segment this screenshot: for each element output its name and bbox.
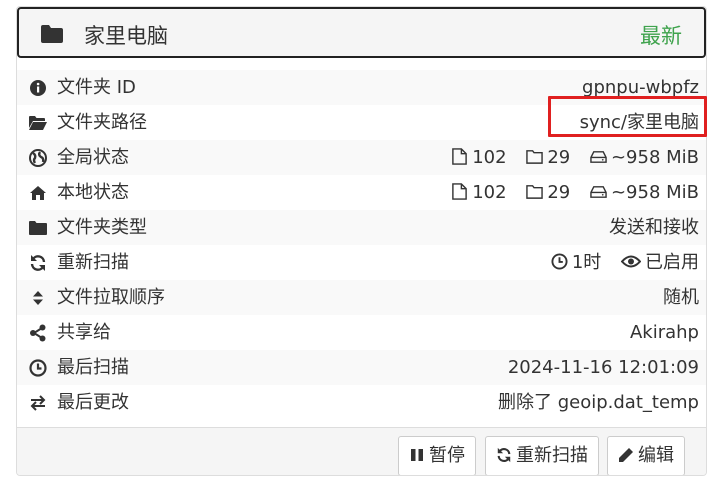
- row-local-state: 本地状态 102 29 ~958 MiB: [17, 175, 706, 210]
- folder-panel: 家里电脑 最新 文件夹 ID gpnpu-wbpfz 文件夹路径 sync/家里…: [16, 6, 707, 476]
- folder-id-value: gpnpu-wbpfz: [582, 77, 699, 98]
- file-icon: [452, 183, 468, 200]
- pause-icon: [411, 449, 423, 461]
- row-label: 共享给: [57, 322, 111, 343]
- row-label: 最后更改: [57, 392, 129, 413]
- row-last-scan: 最后扫描 2024-11-16 12:01:09: [17, 350, 706, 385]
- folder-panel-header[interactable]: 家里电脑 最新: [17, 7, 706, 58]
- folder-status-badge: 最新: [640, 24, 682, 48]
- folder-icon: [41, 25, 63, 43]
- folder-panel-footer: 暂停 重新扫描 编辑: [17, 427, 706, 475]
- rescan-interval: 1时: [551, 245, 601, 280]
- rescan-value: 1时 已启用: [551, 245, 699, 280]
- hdd-icon: [590, 151, 607, 163]
- row-global-state: 全局状态 102 29 ~958 MiB: [17, 140, 706, 175]
- row-label: 重新扫描: [57, 252, 129, 273]
- folder-path-value: sync/家里电脑: [579, 112, 699, 133]
- row-label: 文件夹路径: [57, 112, 147, 133]
- row-label: 本地状态: [57, 182, 129, 203]
- home-icon: [29, 184, 47, 202]
- row-folder-type: 文件夹类型 发送和接收: [17, 210, 706, 245]
- file-count: 102: [451, 175, 507, 210]
- rescan-button[interactable]: 重新扫描: [485, 436, 599, 475]
- folder-count: 29: [526, 140, 570, 175]
- globe-icon: [29, 149, 47, 167]
- row-pull-order: 文件拉取顺序 随机: [17, 280, 706, 315]
- clock-icon: [551, 253, 568, 270]
- size-value: ~958 MiB: [590, 175, 699, 210]
- row-folder-id: 文件夹 ID gpnpu-wbpfz: [17, 70, 706, 105]
- local-state-value: 102 29 ~958 MiB: [451, 175, 699, 210]
- folder-outline-icon: [526, 150, 544, 164]
- pause-button-label: 暂停: [429, 445, 465, 466]
- refresh-icon: [29, 254, 47, 272]
- folder-count: 29: [526, 175, 570, 210]
- row-label: 全局状态: [57, 147, 129, 168]
- pull-order-value: 随机: [663, 287, 699, 308]
- pause-button[interactable]: 暂停: [398, 436, 476, 475]
- share-icon: [29, 324, 47, 342]
- pencil-icon: [619, 448, 633, 462]
- eye-icon: [620, 255, 642, 268]
- sort-icon: [29, 289, 47, 307]
- hdd-icon: [590, 186, 607, 198]
- exchange-icon: [29, 394, 47, 412]
- folder-open-icon: [29, 114, 47, 132]
- size-value: ~958 MiB: [590, 140, 699, 175]
- row-shared-with: 共享给 Akirahp: [17, 315, 706, 350]
- global-state-value: 102 29 ~958 MiB: [451, 140, 699, 175]
- watcher-status: 已启用: [620, 245, 699, 280]
- row-label: 文件夹类型: [57, 217, 147, 238]
- edit-button[interactable]: 编辑: [607, 436, 685, 475]
- last-scan-value: 2024-11-16 12:01:09: [507, 357, 699, 378]
- folder-icon: [29, 219, 47, 237]
- row-label: 最后扫描: [57, 357, 129, 378]
- file-icon: [452, 148, 468, 165]
- last-change-value: 删除了 geoip.dat_temp: [498, 392, 699, 413]
- refresh-icon: [497, 447, 511, 463]
- edit-button-label: 编辑: [638, 445, 674, 466]
- shared-device-link[interactable]: Akirahp: [630, 315, 699, 350]
- folder-outline-icon: [526, 185, 544, 199]
- folder-title: 家里电脑: [84, 24, 168, 48]
- row-last-change: 最后更改 删除了 geoip.dat_temp: [17, 385, 706, 420]
- row-folder-path: 文件夹路径 sync/家里电脑: [17, 105, 706, 140]
- row-label: 文件拉取顺序: [57, 287, 165, 308]
- rescan-button-label: 重新扫描: [516, 445, 588, 466]
- row-rescan: 重新扫描 1时 已启用: [17, 245, 706, 280]
- folder-type-value: 发送和接收: [609, 217, 699, 238]
- info-icon: [29, 79, 47, 97]
- row-label: 文件夹 ID: [57, 77, 136, 98]
- clock-icon: [29, 359, 47, 377]
- file-count: 102: [451, 140, 507, 175]
- folder-details: 文件夹 ID gpnpu-wbpfz 文件夹路径 sync/家里电脑 全局状态 …: [17, 70, 706, 420]
